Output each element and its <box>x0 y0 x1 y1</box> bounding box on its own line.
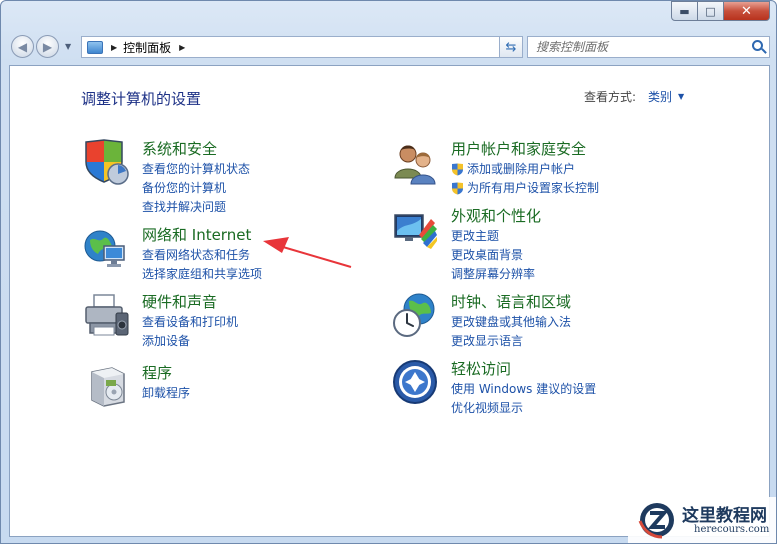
window-caption-buttons: ▬ □ ✕ <box>671 1 770 21</box>
close-button[interactable]: ✕ <box>724 1 770 21</box>
address-bar[interactable]: ▶ 控制面板 ▶ ▼ <box>81 36 519 58</box>
search-box[interactable] <box>527 36 770 58</box>
link-find-fix-problems[interactable]: 查找并解决问题 <box>142 198 250 217</box>
control-panel-icon <box>87 40 103 54</box>
link-parental-controls[interactable]: 为所有用户设置家长控制 <box>451 179 599 198</box>
category-hardware-sound: 硬件和声音 查看设备和打印机 添加设备 <box>82 291 362 351</box>
forward-button[interactable]: ▶ <box>36 35 59 58</box>
refresh-icon: ⇆ <box>505 39 517 55</box>
link-view-devices-printers[interactable]: 查看设备和打印机 <box>142 313 238 332</box>
link-adjust-resolution[interactable]: 调整屏幕分辨率 <box>451 265 535 284</box>
uac-shield-icon <box>452 163 463 176</box>
category-system-security: 系统和安全 查看您的计算机状态 备份您的计算机 查找并解决问题 <box>82 138 362 214</box>
link-recommended-settings[interactable]: 使用 Windows 建议的设置 <box>451 380 596 399</box>
link-change-display-language[interactable]: 更改显示语言 <box>451 332 571 351</box>
link-view-network-status[interactable]: 查看网络状态和任务 <box>142 246 262 265</box>
category-ease-of-access: 轻松访问 使用 Windows 建议的设置 优化视频显示 <box>391 358 691 418</box>
link-add-device[interactable]: 添加设备 <box>142 332 238 351</box>
category-title-clock-language-region[interactable]: 时钟、语言和区域 <box>451 291 571 312</box>
page-title: 调整计算机的设置 <box>81 90 202 108</box>
link-optimize-video[interactable]: 优化视频显示 <box>451 399 596 418</box>
view-by-dropdown[interactable]: 类别 <box>648 88 672 105</box>
category-title-system-security[interactable]: 系统和安全 <box>142 138 217 159</box>
category-user-accounts: 用户帐户和家庭安全 添加或删除用户帐户 为所有用户设置家长控制 <box>391 138 691 198</box>
refresh-button[interactable]: ⇆ <box>499 36 523 58</box>
category-programs: 程序 卸载程序 <box>82 362 362 412</box>
link-change-input-methods[interactable]: 更改键盘或其他输入法 <box>451 313 571 332</box>
close-icon: ✕ <box>741 3 752 19</box>
category-title-user-accounts[interactable]: 用户帐户和家庭安全 <box>451 138 586 159</box>
main-content: 调整计算机的设置 查看方式: 类别 ▼ 系统和安全 查看您的计算机状态 备份您的… <box>9 65 770 537</box>
link-backup-computer[interactable]: 备份您的计算机 <box>142 179 250 198</box>
category-appearance: 外观和个性化 更改主题 更改桌面背景 调整屏幕分辨率 <box>391 205 691 281</box>
breadcrumb-chevron-icon[interactable]: ▶ <box>111 43 117 52</box>
link-homegroup-sharing[interactable]: 选择家庭组和共享选项 <box>142 265 262 284</box>
chevron-down-icon[interactable]: ▼ <box>678 92 684 101</box>
minimize-button[interactable]: ▬ <box>671 1 698 21</box>
link-view-computer-status[interactable]: 查看您的计算机状态 <box>142 160 250 179</box>
link-uninstall-program[interactable]: 卸载程序 <box>142 384 190 403</box>
link-label: 添加或删除用户帐户 <box>467 162 576 176</box>
back-arrow-icon: ◀ <box>17 39 28 54</box>
category-clock-language-region: 时钟、语言和区域 更改键盘或其他输入法 更改显示语言 <box>391 291 691 351</box>
navigation-bar: ◀ ▶ ▼ ▶ 控制面板 ▶ ▼ ⇆ <box>9 31 770 61</box>
system-security-shield-icon[interactable] <box>82 138 130 186</box>
programs-box-icon[interactable] <box>82 362 130 410</box>
category-network-internet: 网络和 Internet 查看网络状态和任务 选择家庭组和共享选项 <box>82 224 362 284</box>
breadcrumb-control-panel[interactable]: 控制面板 <box>123 39 171 56</box>
breadcrumb-chevron-icon[interactable]: ▶ <box>179 43 185 52</box>
watermark-url: herecours.com <box>694 524 770 535</box>
category-title-network-internet[interactable]: 网络和 Internet <box>142 224 251 245</box>
link-label: 为所有用户设置家长控制 <box>467 181 600 195</box>
recent-pages-dropdown[interactable]: ▼ <box>65 42 71 51</box>
search-input[interactable] <box>536 40 746 54</box>
forward-arrow-icon: ▶ <box>42 39 53 54</box>
users-icon[interactable] <box>391 138 439 186</box>
search-icon[interactable] <box>752 40 763 51</box>
printer-icon[interactable] <box>82 291 130 339</box>
clock-globe-icon[interactable] <box>391 291 439 339</box>
minimize-icon: ▬ <box>679 4 690 18</box>
category-title-hardware-sound[interactable]: 硬件和声音 <box>142 291 217 312</box>
back-button[interactable]: ◀ <box>11 35 34 58</box>
category-title-ease-of-access[interactable]: 轻松访问 <box>451 358 511 379</box>
link-add-remove-accounts[interactable]: 添加或删除用户帐户 <box>451 160 599 179</box>
watermark: 这里教程网 herecours.com <box>628 497 776 543</box>
view-by-label: 查看方式: <box>584 90 637 104</box>
link-change-desktop-background[interactable]: 更改桌面背景 <box>451 246 535 265</box>
link-change-theme[interactable]: 更改主题 <box>451 227 535 246</box>
appearance-monitor-icon[interactable] <box>391 205 439 253</box>
maximize-button[interactable]: □ <box>698 1 724 21</box>
network-globe-icon[interactable] <box>82 224 130 272</box>
category-title-appearance[interactable]: 外观和个性化 <box>451 205 541 226</box>
uac-shield-icon <box>452 182 463 195</box>
category-title-programs[interactable]: 程序 <box>142 362 172 383</box>
maximize-icon: □ <box>705 4 716 18</box>
watermark-logo-icon <box>638 503 674 539</box>
ease-of-access-icon[interactable] <box>391 358 439 406</box>
watermark-name: 这里教程网 <box>682 506 767 526</box>
control-panel-window: ▬ □ ✕ ◀ ▶ ▼ ▶ 控制面板 ▶ ▼ ⇆ 调整计算机的设置 查看方式: … <box>0 0 777 544</box>
